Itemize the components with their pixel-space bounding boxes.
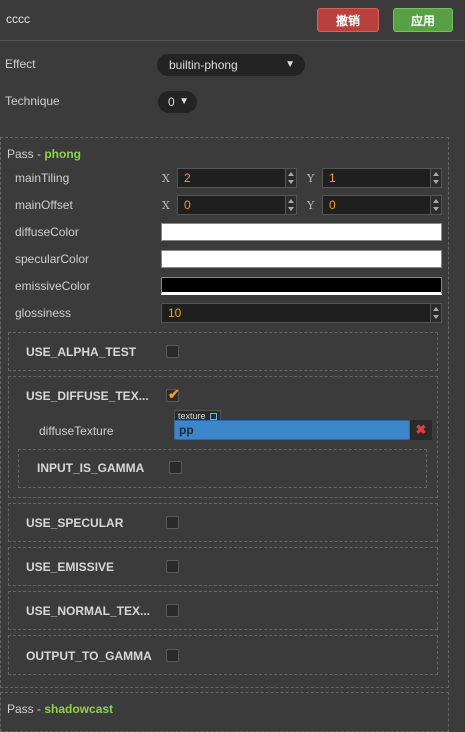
apply-button[interactable]: 应用 [393,8,453,32]
prop-label: mainOffset [15,198,73,212]
axis-y-label: Y [307,172,315,185]
main-tiling-y-input[interactable]: 1 [322,168,442,188]
diffuse-texture-label: diffuseTexture [39,424,114,438]
pass-title: Pass - shadowcast [7,702,114,716]
clear-asset-icon[interactable]: ✖ [410,420,432,440]
prop-label: diffuseColor [15,225,79,239]
axis-x-label: X [162,199,170,212]
input-is-gamma-checkbox[interactable] [169,461,182,474]
main-offset-y-input[interactable]: 0 [322,195,442,215]
spinner-icon[interactable] [285,196,296,214]
emissive-color-swatch[interactable] [161,277,442,295]
technique-label: Technique [5,94,60,108]
chevron-down-icon: ▼ [285,59,295,70]
pass-name: shadowcast [44,702,114,716]
technique-dropdown[interactable]: 0 ▼ [158,91,197,113]
main-tiling-x-input[interactable]: 2 [177,168,297,188]
define-label: USE_EMISSIVE [26,560,115,574]
specular-color-swatch[interactable] [161,250,442,268]
spinner-icon[interactable] [430,304,441,322]
use-specular-checkbox[interactable] [166,516,179,529]
define-label: USE_SPECULAR [26,516,124,530]
asset-title: cccc [6,12,30,26]
prop-label: glossiness [15,306,72,320]
define-label: USE_DIFFUSE_TEX... [26,389,149,403]
define-label: INPUT_IS_GAMMA [37,461,145,475]
use-emissive-checkbox[interactable] [166,560,179,573]
define-label: USE_ALPHA_TEST [26,345,137,359]
pass-name: phong [44,147,81,161]
define-label: USE_NORMAL_TEX... [26,604,151,618]
axis-y-label: Y [307,199,315,212]
technique-value: 0 [168,95,175,109]
main-offset-x-input[interactable]: 0 [177,195,297,215]
effect-label: Effect [5,57,36,71]
pass-title: Pass - phong [7,147,81,161]
spinner-icon[interactable] [430,169,441,187]
diffuse-color-swatch[interactable] [161,223,442,241]
spinner-icon[interactable] [285,169,296,187]
output-to-gamma-checkbox[interactable] [166,649,179,662]
effect-dropdown[interactable]: builtin-phong ▼ [157,54,305,76]
define-label: OUTPUT_TO_GAMMA [26,649,152,663]
diffuse-texture-asset-field[interactable]: pp [174,420,410,440]
prop-label: specularColor [15,252,90,266]
open-external-icon[interactable] [210,413,218,420]
use-normal-texture-checkbox[interactable] [166,604,179,617]
glossiness-input[interactable]: 10 [161,303,442,323]
prop-label: emissiveColor [15,279,91,293]
checkmark-icon: ✔ [168,386,180,402]
spinner-icon[interactable] [430,196,441,214]
effect-value: builtin-phong [169,58,238,72]
scrollbar[interactable] [455,41,465,716]
prop-label: mainTiling [15,171,70,185]
chevron-down-icon: ▼ [179,96,189,107]
axis-x-label: X [162,172,170,185]
use-diffuse-texture-checkbox[interactable]: ✔ [166,386,180,402]
use-alpha-test-checkbox[interactable] [166,345,179,358]
revert-button[interactable]: 撤销 [317,8,379,32]
